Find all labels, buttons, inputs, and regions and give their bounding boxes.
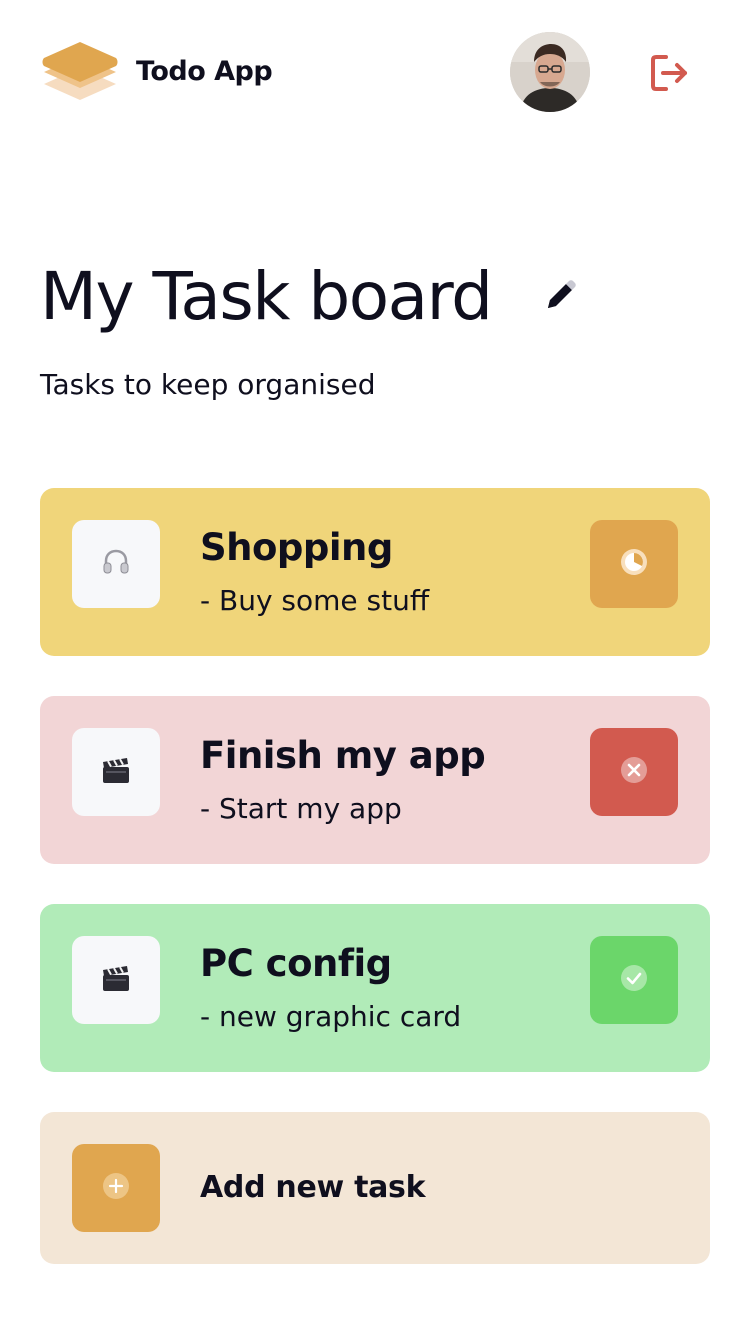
status-completed[interactable] bbox=[590, 936, 678, 1024]
pencil-icon[interactable] bbox=[542, 278, 578, 314]
headphones-icon bbox=[101, 547, 131, 581]
clapperboard-icon bbox=[100, 754, 132, 790]
task-icon-box bbox=[72, 936, 160, 1024]
add-task-label: Add new task bbox=[200, 1170, 426, 1205]
close-icon bbox=[619, 755, 649, 789]
task-card-finish-my-app[interactable]: Finish my app - Start my app bbox=[40, 696, 710, 864]
task-card-pc-config[interactable]: PC config - new graphic card bbox=[40, 904, 710, 1072]
check-icon bbox=[619, 963, 649, 997]
task-icon-box bbox=[72, 728, 160, 816]
app-name: Todo App bbox=[136, 56, 273, 87]
clock-icon bbox=[619, 547, 649, 581]
board-title: My Task board bbox=[40, 258, 493, 335]
clapperboard-icon bbox=[100, 962, 132, 998]
task-icon-box bbox=[72, 520, 160, 608]
task-card-shopping[interactable]: Shopping - Buy some stuff bbox=[40, 488, 710, 656]
user-avatar[interactable] bbox=[510, 32, 590, 112]
plus-icon bbox=[101, 1171, 131, 1205]
task-title: Shopping bbox=[200, 526, 393, 569]
logout-icon[interactable] bbox=[648, 52, 690, 94]
task-description: - Buy some stuff bbox=[200, 584, 430, 617]
add-icon-box bbox=[72, 1144, 160, 1232]
stacked-layers-icon bbox=[42, 38, 118, 106]
task-title: PC config bbox=[200, 942, 392, 985]
board-subtitle: Tasks to keep organised bbox=[40, 368, 376, 401]
add-task-button[interactable]: Add new task bbox=[40, 1112, 710, 1264]
task-description: - new graphic card bbox=[200, 1000, 462, 1033]
task-board-page: Todo App My Task board Tasks to keep org… bbox=[0, 0, 750, 1334]
status-in-progress[interactable] bbox=[590, 520, 678, 608]
status-wont-do[interactable] bbox=[590, 728, 678, 816]
task-title: Finish my app bbox=[200, 734, 486, 777]
task-description: - Start my app bbox=[200, 792, 402, 825]
